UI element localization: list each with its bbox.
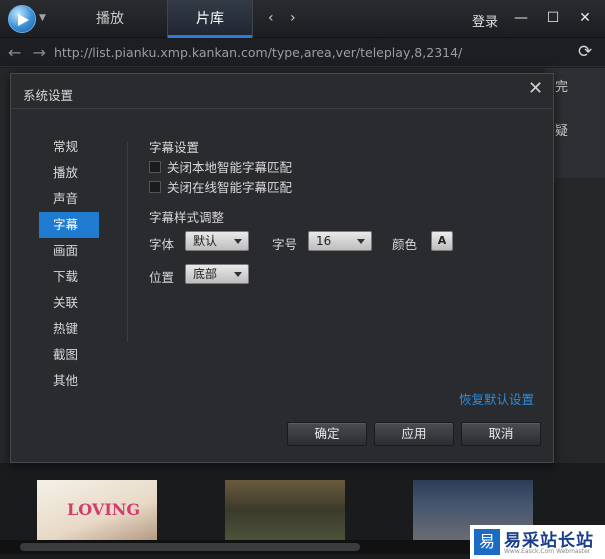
sidebar-item-audio[interactable]: 声音 xyxy=(39,186,129,212)
divider xyxy=(11,108,553,109)
position-label: 位置 xyxy=(149,270,175,285)
poster-title: LOVING xyxy=(67,500,141,519)
minimize-icon[interactable]: — xyxy=(513,10,529,26)
page-side-panel: 完 疑 xyxy=(545,68,605,178)
sidebar-item-video[interactable]: 画面 xyxy=(39,238,129,264)
checkbox-label: 关闭在线智能字幕匹配 xyxy=(167,180,293,195)
online-subtitle-match-checkbox[interactable]: 关闭在线智能字幕匹配 xyxy=(149,180,292,196)
settings-dialog: 系统设置 ✕ 常规 播放 声音 字幕 画面 下载 关联 热键 截图 其他 字幕设… xyxy=(10,73,554,463)
horizontal-scrollbar[interactable] xyxy=(0,540,470,554)
sidebar-item-screenshot[interactable]: 截图 xyxy=(39,342,129,368)
app-logo-icon[interactable] xyxy=(8,5,36,33)
tab-play[interactable]: 播放 xyxy=(70,0,150,38)
apply-button[interactable]: 应用 xyxy=(374,422,454,446)
address-bar: ← → http://list.pianku.xmp.kankan.com/ty… xyxy=(0,39,605,67)
sidebar-item-association[interactable]: 关联 xyxy=(39,290,129,316)
sidebar-item-other[interactable]: 其他 xyxy=(39,368,129,394)
scrollbar-thumb[interactable] xyxy=(20,543,360,551)
close-icon[interactable]: ✕ xyxy=(528,80,543,98)
sidebar-item-subtitle[interactable]: 字幕 xyxy=(39,212,99,238)
select-value: 16 xyxy=(316,234,332,248)
size-select[interactable]: 16 xyxy=(308,231,372,251)
url-text[interactable]: http://list.pianku.xmp.kankan.com/type,a… xyxy=(54,45,462,60)
position-select[interactable]: 底部 xyxy=(185,264,249,284)
settings-sidebar: 常规 播放 声音 字幕 画面 下载 关联 热键 截图 其他 xyxy=(39,134,129,394)
sidebar-item-hotkeys[interactable]: 热键 xyxy=(39,316,129,342)
size-label: 字号 xyxy=(272,237,298,252)
watermark-logo-icon: 易 xyxy=(474,529,500,555)
watermark-subtext: Www.Easck.Com Webmaster xyxy=(504,548,591,555)
restore-defaults-link[interactable]: 恢复默认设置 xyxy=(459,389,534,408)
dialog-title: 系统设置 xyxy=(23,88,74,103)
sidebar-item-playback[interactable]: 播放 xyxy=(39,160,129,186)
back-forward-icon[interactable]: ← → xyxy=(8,43,49,62)
section-heading: 字幕样式调整 xyxy=(149,210,225,225)
side-char: 疑 xyxy=(555,124,569,139)
title-bar: ▼ 播放 片库 ‹ › 登录 — ☐ ✕ xyxy=(0,0,605,38)
refresh-icon[interactable]: ⟳ xyxy=(578,42,592,62)
dropdown-arrow-icon xyxy=(357,239,365,244)
dropdown-arrow-icon xyxy=(234,239,242,244)
checkbox-label: 关闭本地智能字幕匹配 xyxy=(167,160,293,175)
login-link[interactable]: 登录 xyxy=(472,11,498,30)
tab-library[interactable]: 片库 xyxy=(167,0,253,38)
checkbox-icon[interactable] xyxy=(149,181,161,193)
divider xyxy=(127,142,128,342)
font-color-icon[interactable]: A xyxy=(431,231,453,251)
chevron-down-icon[interactable]: ▼ xyxy=(39,13,46,23)
dropdown-arrow-icon xyxy=(234,272,242,277)
select-value: 默认 xyxy=(193,234,218,248)
color-label: 颜色 xyxy=(392,237,418,252)
maximize-icon[interactable]: ☐ xyxy=(545,10,561,26)
select-value: 底部 xyxy=(193,267,218,281)
close-window-icon[interactable]: ✕ xyxy=(577,10,593,26)
font-select[interactable]: 默认 xyxy=(185,231,249,251)
local-subtitle-match-checkbox[interactable]: 关闭本地智能字幕匹配 xyxy=(149,160,292,176)
ok-button[interactable]: 确定 xyxy=(287,422,367,446)
poster-thumbnail[interactable]: LOVING xyxy=(37,480,157,540)
side-char: 完 xyxy=(555,80,569,95)
watermark: 易 易采站长站 Www.Easck.Com Webmaster xyxy=(470,525,605,559)
sidebar-item-general[interactable]: 常规 xyxy=(39,134,129,160)
tab-scroll-arrows[interactable]: ‹ › xyxy=(268,10,302,26)
font-label: 字体 xyxy=(149,237,175,252)
section-heading: 字幕设置 xyxy=(149,140,200,155)
poster-thumbnail[interactable] xyxy=(225,480,345,540)
sidebar-item-download[interactable]: 下载 xyxy=(39,264,129,290)
cancel-button[interactable]: 取消 xyxy=(461,422,541,446)
checkbox-icon[interactable] xyxy=(149,161,161,173)
